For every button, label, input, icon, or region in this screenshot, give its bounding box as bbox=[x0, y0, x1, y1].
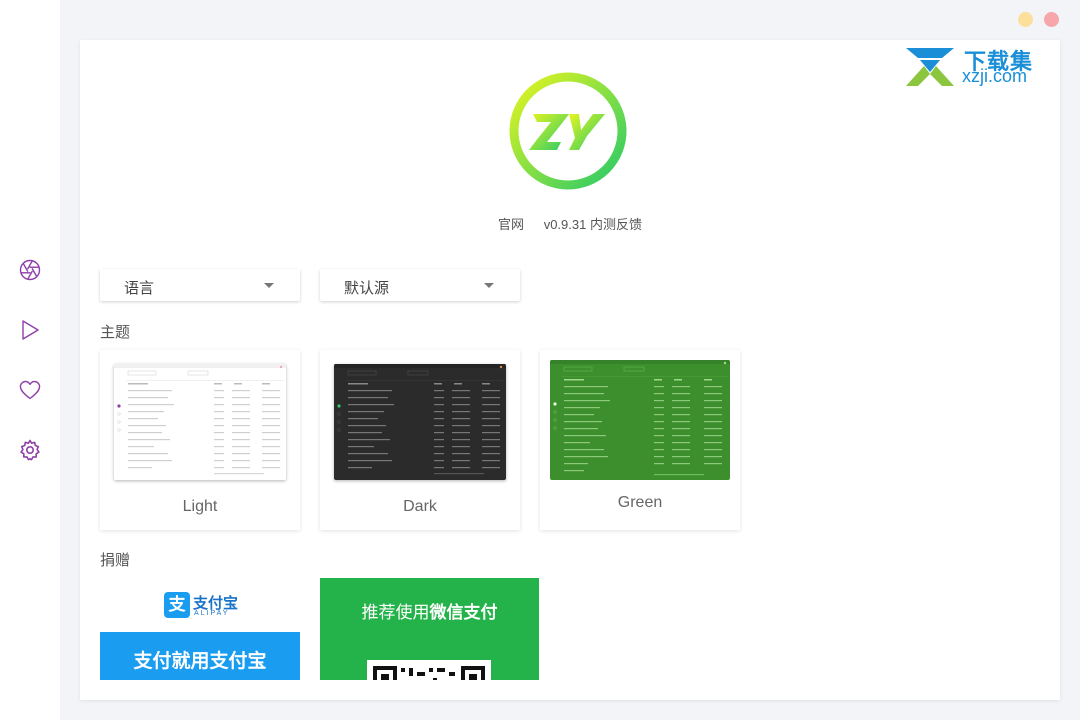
settings-panel: 下载集 xzji.com 官网 v0.9.31 内测反馈 语言 默认源 主题 L… bbox=[80, 40, 1060, 700]
wechat-qr-code bbox=[367, 660, 491, 680]
website-link[interactable]: 官网 bbox=[498, 217, 524, 232]
watermark: 下载集 xzji.com bbox=[902, 42, 1042, 90]
theme-option-green[interactable]: Green bbox=[540, 350, 740, 530]
alipay-logo-icon: 支 bbox=[164, 592, 190, 618]
chevron-down-icon bbox=[264, 283, 274, 288]
aperture-icon[interactable] bbox=[18, 258, 42, 282]
theme-preview-dark bbox=[334, 364, 506, 480]
theme-option-light[interactable]: Light bbox=[100, 350, 300, 530]
wechat-donate-card[interactable]: 推荐使用微信支付 bbox=[320, 578, 539, 680]
wechat-slogan-bold: 微信支付 bbox=[429, 603, 498, 622]
theme-option-dark[interactable]: Dark bbox=[320, 350, 520, 530]
theme-preview-green bbox=[550, 360, 730, 480]
about-line: 官网 v0.9.31 内测反馈 bbox=[80, 214, 1060, 233]
alipay-header: 支 支付宝 ALIPAY bbox=[100, 578, 300, 632]
gear-icon[interactable] bbox=[18, 438, 42, 462]
sidebar bbox=[0, 0, 60, 720]
app-logo bbox=[509, 72, 627, 190]
minimize-button[interactable] bbox=[1018, 12, 1033, 27]
theme-label-light: Light bbox=[182, 498, 218, 515]
chevron-down-icon bbox=[484, 283, 494, 288]
wechat-slogan: 推荐使用微信支付 bbox=[320, 598, 539, 623]
default-source-select[interactable]: 默认源 bbox=[320, 269, 520, 301]
donate-section-title: 捐赠 bbox=[100, 552, 131, 569]
alipay-brand-en: ALIPAY bbox=[194, 610, 230, 617]
theme-label-green: Green bbox=[617, 494, 663, 511]
theme-label-dark: Dark bbox=[403, 498, 437, 515]
alipay-slogan: 支付就用支付宝 bbox=[133, 651, 267, 672]
heart-icon[interactable] bbox=[18, 378, 42, 402]
watermark-logo-icon bbox=[906, 48, 954, 86]
wechat-slogan-prefix: 推荐使用 bbox=[361, 603, 430, 622]
source-select-label: 默认源 bbox=[344, 280, 390, 297]
play-icon[interactable] bbox=[18, 318, 42, 342]
theme-section-title: 主题 bbox=[100, 324, 131, 341]
version-feedback-link[interactable]: v0.9.31 内测反馈 bbox=[544, 217, 642, 232]
close-button[interactable] bbox=[1044, 12, 1059, 27]
alipay-donate-card[interactable]: 支 支付宝 ALIPAY 支付就用支付宝 bbox=[100, 578, 300, 680]
alipay-banner: 支付就用支付宝 bbox=[100, 632, 300, 680]
theme-preview-light bbox=[114, 364, 286, 480]
language-select[interactable]: 语言 bbox=[100, 269, 300, 301]
watermark-domain: xzji.com bbox=[962, 66, 1028, 86]
language-select-label: 语言 bbox=[124, 280, 155, 297]
